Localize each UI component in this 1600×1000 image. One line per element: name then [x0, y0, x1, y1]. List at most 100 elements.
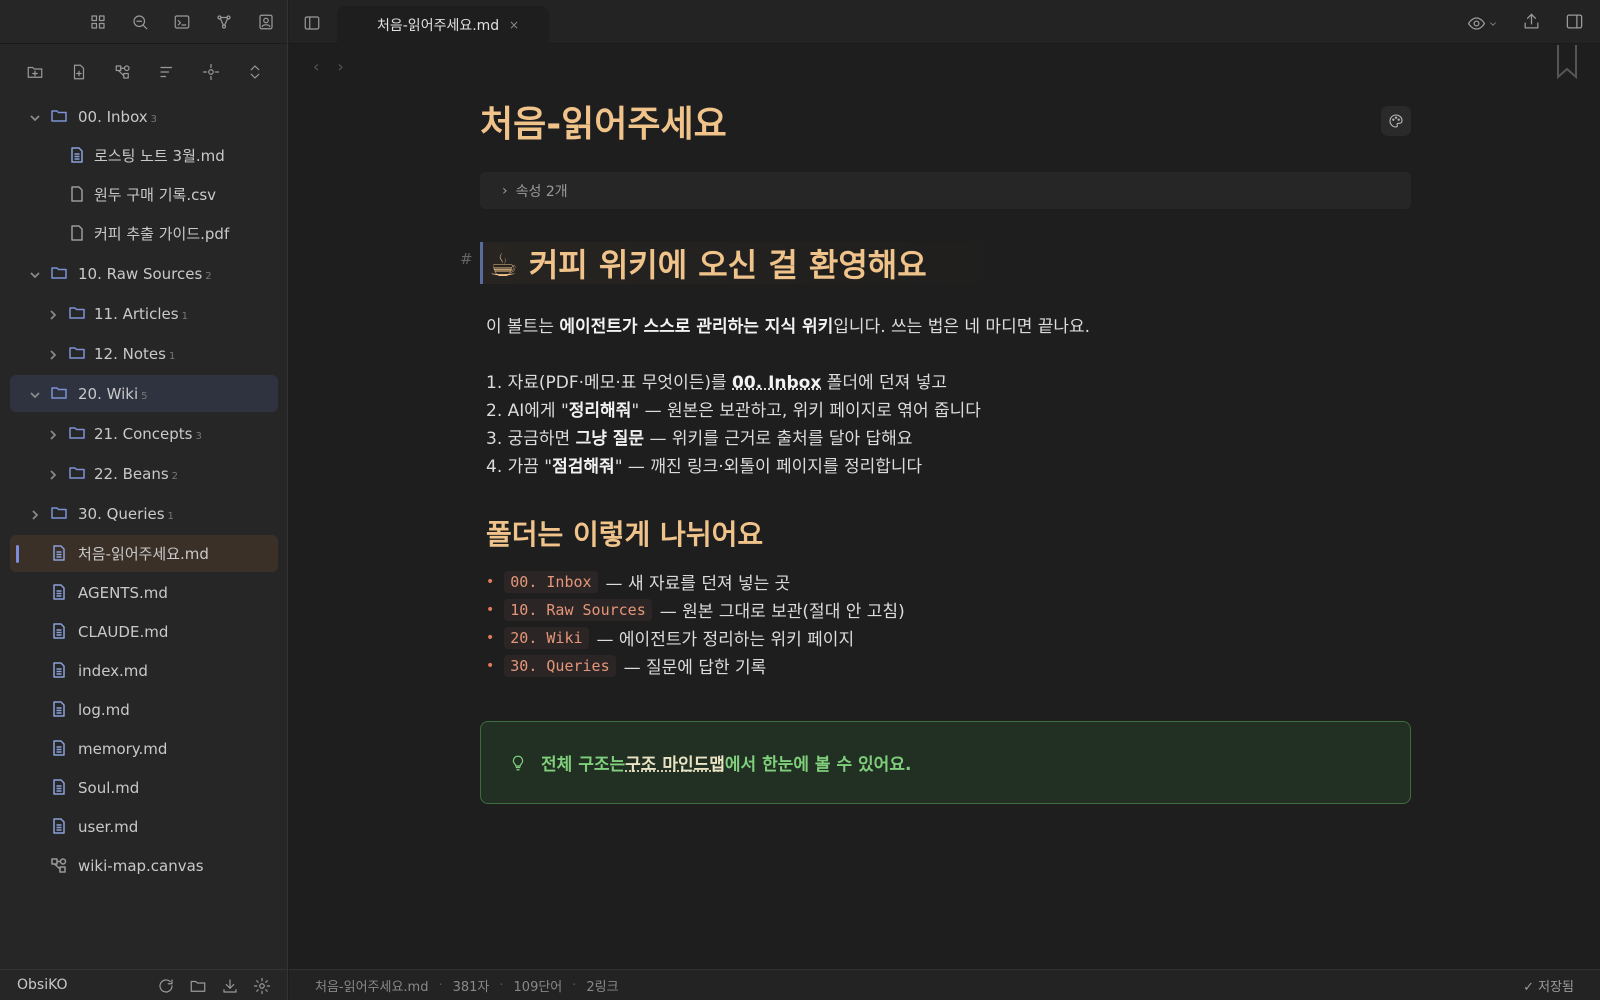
chevron-right-icon[interactable]: [47, 347, 59, 360]
folder-icon: [50, 504, 68, 522]
tab-readme[interactable]: 처음-읽어주세요.md ×: [337, 6, 549, 44]
file-item[interactable]: AGENTS.md: [10, 574, 278, 611]
chevron-down-icon[interactable]: [29, 387, 41, 399]
contact-icon[interactable]: [256, 12, 276, 32]
folder-icon: [50, 107, 68, 125]
nav-arrows: ‹ ›: [313, 57, 344, 76]
new-folder-icon[interactable]: [25, 62, 45, 82]
folder-item-notes[interactable]: 12. Notes 1: [10, 335, 278, 372]
sidebar-toggle-icon[interactable]: [302, 13, 322, 33]
file-explorer-toolbar: [0, 48, 287, 96]
file-item[interactable]: 원두 구매 기록.csv: [10, 176, 278, 213]
file-icon: [68, 185, 86, 203]
folder-icon: [50, 384, 68, 402]
download-icon[interactable]: [220, 976, 240, 996]
file-label: CLAUDE.md: [78, 622, 169, 641]
folder-icon: [68, 304, 86, 322]
file-item[interactable]: user.md: [10, 808, 278, 845]
status-saved: ✓ 저장됨: [1523, 979, 1574, 995]
expand-collapse-icon[interactable]: [245, 62, 265, 82]
file-label: wiki-map.canvas: [78, 856, 204, 875]
file-label: index.md: [78, 661, 148, 680]
chevron-right-icon[interactable]: [47, 307, 59, 320]
heading-welcome: ☕ 커피 위키에 오신 걸 환영해요: [480, 242, 1411, 284]
chevron-down-icon[interactable]: [29, 267, 41, 279]
close-tab-icon[interactable]: ×: [509, 18, 519, 32]
file-label: 로스팅 노트 3월.md: [94, 147, 225, 165]
document-icon: [68, 146, 86, 164]
search-icon[interactable]: [130, 12, 150, 32]
file-item[interactable]: 로스팅 노트 3월.md: [10, 137, 278, 174]
folder-icon: [68, 344, 86, 362]
sidebar-ribbon: [0, 0, 287, 44]
code-span: 10. Raw Sources: [504, 598, 652, 621]
list-item: • 30. Queries — 질문에 답한 기록: [486, 654, 767, 678]
folder-label: 21. Concepts 3: [94, 424, 202, 443]
folder-item-raw-sources[interactable]: 10. Raw Sources 2: [10, 255, 278, 292]
graph-icon[interactable]: [214, 12, 234, 32]
file-label: AGENTS.md: [78, 583, 168, 602]
sync-icon[interactable]: [156, 976, 176, 996]
file-label: 원두 구매 기록.csv: [94, 186, 217, 204]
file-label: Soul.md: [78, 778, 140, 797]
properties-label: 속성 2개: [515, 183, 568, 200]
palette-icon[interactable]: [1381, 106, 1411, 136]
folder-item-articles[interactable]: 11. Articles 1: [10, 295, 278, 332]
properties-toggle[interactable]: › 속성 2개: [480, 172, 1411, 209]
file-label: memory.md: [78, 739, 168, 758]
list-item: • 20. Wiki — 에이전트가 정리하는 위키 페이지: [486, 626, 855, 650]
right-sidebar-toggle-icon[interactable]: [1565, 12, 1584, 35]
folder-item-wiki[interactable]: 20. Wiki 5: [10, 375, 278, 412]
new-note-icon[interactable]: [69, 62, 89, 82]
folder-label: 30. Queries 1: [78, 504, 174, 523]
file-item[interactable]: 커피 추출 가이드.pdf: [10, 215, 278, 252]
terminal-icon[interactable]: [172, 12, 192, 32]
file-item[interactable]: wiki-map.canvas: [10, 847, 278, 884]
file-item[interactable]: Soul.md: [10, 769, 278, 806]
file-label: user.md: [78, 817, 139, 836]
locate-file-icon[interactable]: [201, 62, 221, 82]
status-links[interactable]: 2링크: [586, 976, 618, 995]
document-icon: [50, 661, 68, 679]
folder-label: 22. Beans 2: [94, 464, 179, 483]
folder-item-beans[interactable]: 22. Beans 2: [10, 455, 278, 492]
bookmark-icon[interactable]: [1556, 45, 1578, 79]
file-item[interactable]: log.md: [10, 691, 278, 728]
file-item[interactable]: CLAUDE.md: [10, 613, 278, 650]
grid-icon[interactable]: [88, 12, 108, 32]
mindmap-link[interactable]: 구조 마인드맵: [625, 750, 725, 775]
share-icon[interactable]: [1522, 12, 1541, 35]
file-item-active[interactable]: 처음-읽어주세요.md: [10, 535, 278, 572]
file-label: log.md: [78, 700, 130, 719]
settings-icon[interactable]: [252, 976, 272, 996]
step-2: 2. AI에게 "정리해줘" — 원본은 보관하고, 위키 페이지로 엮어 줍니…: [486, 401, 981, 421]
folder-item-concepts[interactable]: 21. Concepts 3: [10, 415, 278, 452]
folder-label: 12. Notes 1: [94, 344, 176, 363]
folder-icon[interactable]: [188, 976, 208, 996]
folder-item-inbox[interactable]: 00. Inbox 3: [10, 98, 278, 135]
sidebar-bottom-actions: [156, 976, 272, 996]
active-indicator: [16, 545, 19, 563]
document-icon: [50, 544, 68, 562]
reading-view-icon[interactable]: [1467, 14, 1498, 33]
sort-icon[interactable]: [157, 62, 177, 82]
chevron-right-icon[interactable]: [47, 427, 59, 440]
new-canvas-icon[interactable]: [113, 62, 133, 82]
tab-title: 처음-읽어주세요.md: [377, 18, 500, 34]
lightbulb-icon: [509, 754, 527, 772]
file-item[interactable]: index.md: [10, 652, 278, 689]
step-3: 3. 궁금하면 그냥 질문 — 위키를 근거로 출처를 달아 답해요: [486, 429, 913, 449]
inbox-link[interactable]: 00. Inbox: [732, 373, 821, 393]
vault-switcher[interactable]: ObsiKO: [0, 969, 288, 1000]
forward-arrow-icon[interactable]: ›: [337, 57, 343, 76]
chevron-down-icon[interactable]: [29, 110, 41, 122]
vault-name[interactable]: ObsiKO: [17, 977, 68, 993]
sidebar: 00. Inbox 3 로스팅 노트 3월.md 원두 구매 기록.csv 커피 …: [0, 0, 288, 1000]
page-title[interactable]: 처음-읽어주세요: [480, 95, 727, 147]
chevron-right-icon[interactable]: [47, 467, 59, 480]
file-item[interactable]: memory.md: [10, 730, 278, 767]
chevron-right-icon[interactable]: [29, 507, 41, 520]
back-arrow-icon[interactable]: ‹: [313, 57, 319, 76]
chevron-right-icon: ›: [502, 182, 508, 199]
folder-item-queries[interactable]: 30. Queries 1: [10, 495, 278, 532]
